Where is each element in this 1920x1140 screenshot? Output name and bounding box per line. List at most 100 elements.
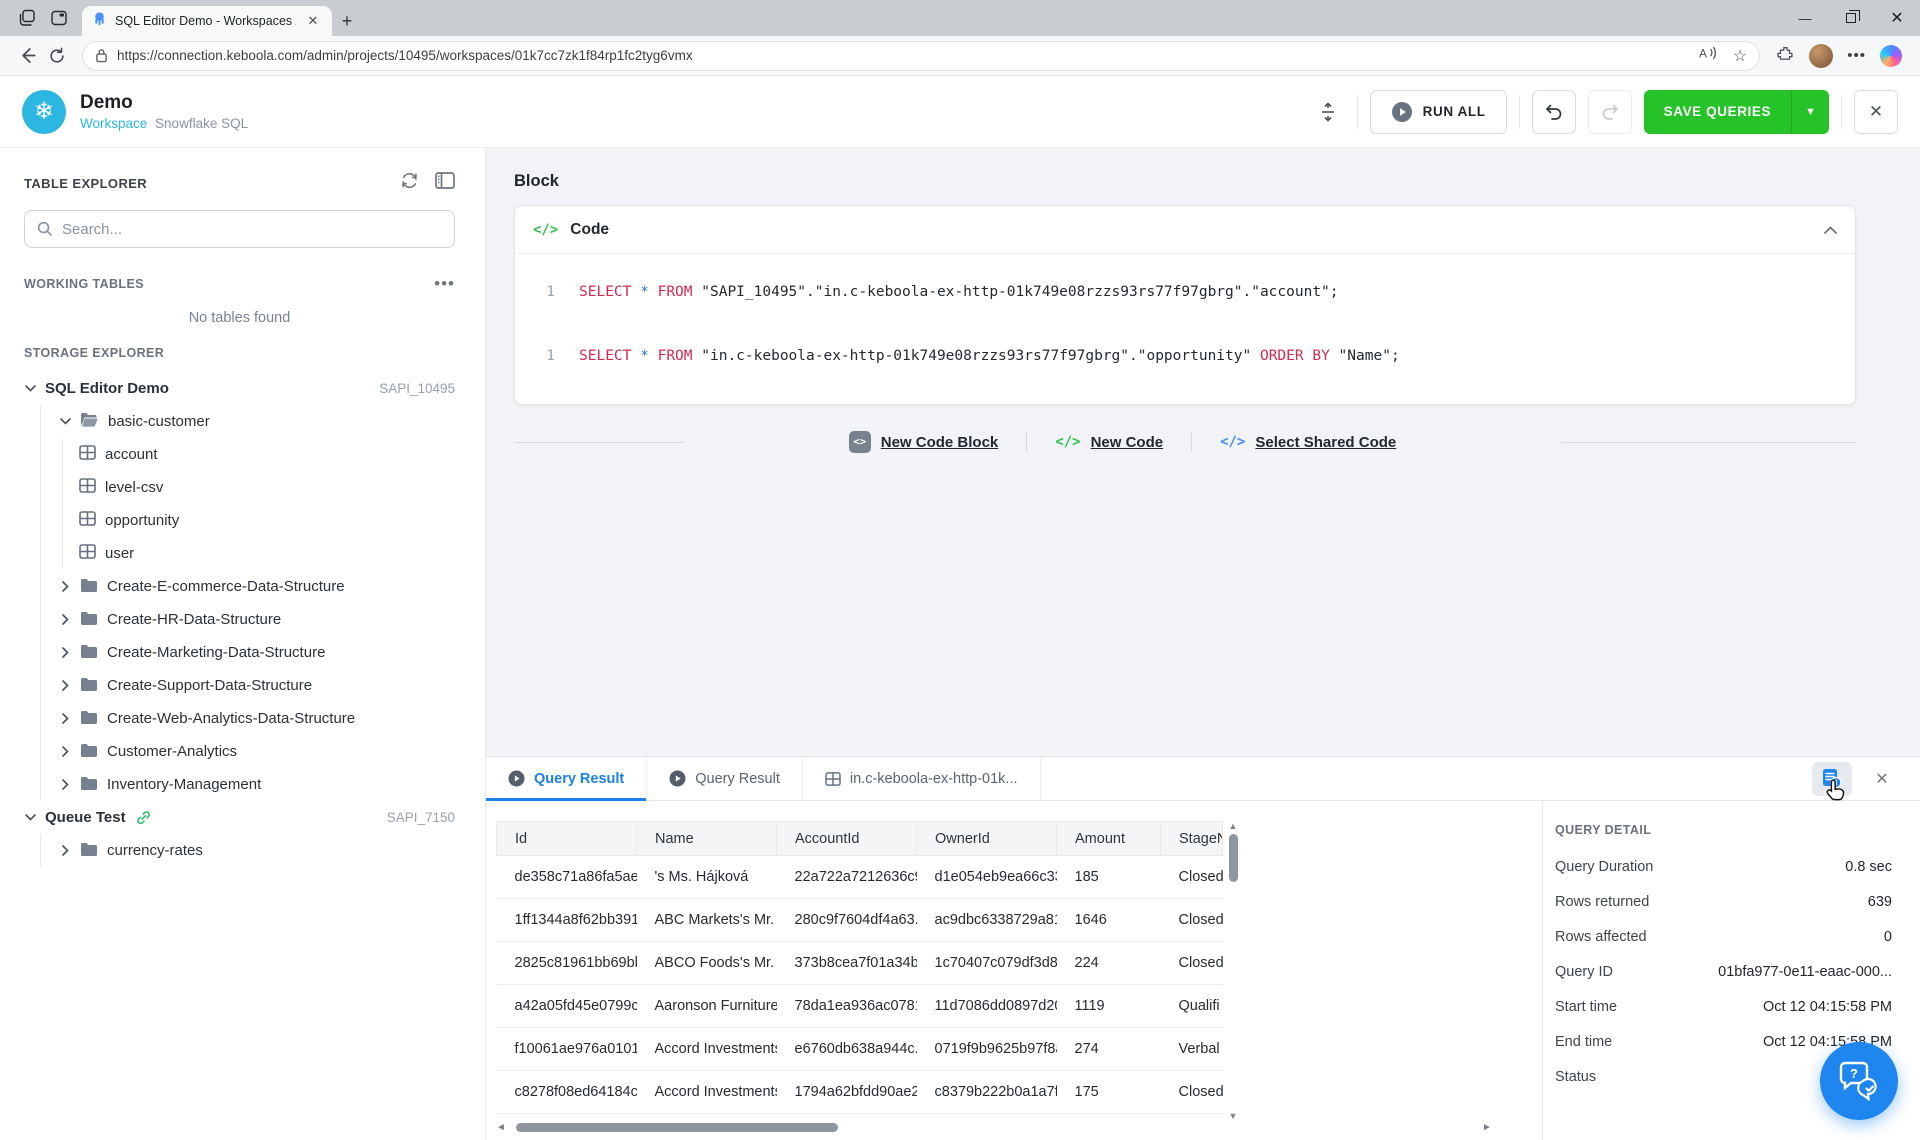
favorite-star-icon[interactable]: ☆ [1733, 46, 1747, 66]
chevron-right-icon[interactable] [59, 680, 71, 691]
undo-button[interactable] [1532, 90, 1576, 134]
help-chat-button[interactable]: ? [1820, 1042, 1898, 1120]
code-block-card: </> Code 1 SELECT * FROM "SAPI_10495"."i… [514, 205, 1856, 405]
sql-code-editor[interactable]: 1 SELECT * FROM "SAPI_10495"."in.c-keboo… [515, 254, 1855, 404]
tab-workspaces-icon[interactable] [18, 9, 36, 27]
grid-row[interactable]: 2825c81961bb69bb...ABCO Foods's Mr. C...… [497, 942, 1223, 985]
chevron-right-icon[interactable] [59, 647, 71, 658]
tree-bucket-row[interactable]: Create-E-commerce-Data-Structure [59, 570, 455, 603]
column-header[interactable]: AccountId [777, 822, 917, 856]
chevron-right-icon[interactable] [59, 713, 71, 724]
select-shared-code-button[interactable]: </> Select Shared Code [1220, 434, 1396, 451]
window-close-button[interactable]: ✕ [1874, 0, 1920, 36]
play-icon [1391, 101, 1413, 123]
grid-row[interactable]: f10061ae976a01017...Accord Investments'.… [497, 1028, 1223, 1071]
tree-bucket-row[interactable]: Create-HR-Data-Structure [59, 603, 455, 636]
grid-row[interactable]: a42a05fd45e0799c...Aaronson Furniture'..… [497, 985, 1223, 1028]
divider [1357, 95, 1358, 129]
tree-table-row[interactable]: user [79, 537, 455, 570]
column-header[interactable]: Id [497, 822, 637, 856]
chevron-right-icon[interactable] [59, 845, 71, 856]
tree-project-row[interactable]: SQL Editor Demo SAPI_10495 [24, 372, 455, 405]
scroll-right-icon[interactable]: ► [1482, 1122, 1496, 1133]
horizontal-scrollbar[interactable]: ◄ ► [496, 1120, 1496, 1134]
query-detail-toggle-button[interactable] [1812, 762, 1852, 796]
save-dropdown-caret[interactable]: ▼ [1791, 90, 1829, 134]
chevron-down-icon[interactable] [24, 385, 36, 392]
back-icon[interactable] [12, 41, 42, 71]
profile-avatar[interactable] [1809, 44, 1833, 68]
tree-project-row[interactable]: Queue Test SAPI_7150 [24, 801, 455, 834]
divider [1026, 432, 1027, 452]
tab-query-result-1[interactable]: Query Result [486, 757, 647, 800]
chevron-right-icon[interactable] [59, 746, 71, 757]
divider [1841, 95, 1842, 129]
run-all-button[interactable]: RUN ALL [1370, 90, 1507, 134]
window-minimize-button[interactable]: — [1782, 0, 1828, 36]
scrollbar-thumb[interactable] [1229, 834, 1238, 882]
scroll-left-icon[interactable]: ◄ [496, 1122, 510, 1133]
tree-bucket-row[interactable]: currency-rates [59, 834, 455, 867]
chevron-down-icon[interactable] [59, 418, 71, 425]
collapse-panel-icon[interactable] [435, 172, 455, 194]
scroll-up-icon[interactable]: ▲ [1229, 821, 1238, 831]
browser-menu-icon[interactable]: ••• [1847, 47, 1866, 64]
chevron-right-icon[interactable] [59, 614, 71, 625]
working-tables-menu-icon[interactable]: ••• [434, 274, 455, 294]
column-header[interactable]: Amount [1057, 822, 1161, 856]
url-bar[interactable]: https://connection.keboola.com/admin/pro… [82, 41, 1760, 71]
collapse-chevron-up-icon[interactable] [1824, 226, 1837, 234]
extensions-icon[interactable] [1776, 44, 1795, 68]
close-results-button[interactable]: ✕ [1862, 762, 1902, 796]
new-tab-button[interactable]: + [332, 6, 362, 36]
refresh-tables-icon[interactable] [400, 172, 419, 194]
refresh-icon[interactable] [42, 41, 72, 71]
vertical-scrollbar[interactable]: ▲ ▼ [1226, 821, 1240, 1121]
tab-close-icon[interactable]: ✕ [304, 13, 322, 29]
tree-table-row[interactable]: opportunity [79, 504, 455, 537]
tab-table-preview[interactable]: in.c-keboola-ex-http-01k... [803, 757, 1041, 800]
column-header[interactable]: OwnerId [917, 822, 1057, 856]
grid-row[interactable]: c8278f08ed64184c...Accord Investments'..… [497, 1071, 1223, 1114]
new-code-block-button[interactable]: <> New Code Block [849, 431, 999, 453]
sql-editor-area: Block </> Code 1 SELECT * FROM "SAPI_104… [486, 148, 1920, 756]
folder-icon [80, 842, 98, 860]
tree-bucket-row[interactable]: Customer-Analytics [59, 735, 455, 768]
chevron-down-icon[interactable] [24, 814, 36, 821]
close-workspace-button[interactable]: ✕ [1854, 90, 1898, 134]
tree-table-row[interactable]: account [79, 438, 455, 471]
read-aloud-icon[interactable]: A [1699, 45, 1719, 66]
storage-explorer-label: STORAGE EXPLORER [24, 346, 164, 360]
redo-button[interactable] [1588, 90, 1632, 134]
tab-actions-icon[interactable] [50, 9, 68, 27]
tree-bucket-row[interactable]: Create-Support-Data-Structure [59, 669, 455, 702]
scrollbar-thumb[interactable] [516, 1123, 838, 1132]
folder-icon [80, 710, 98, 728]
workspace-link[interactable]: Workspace [80, 116, 147, 131]
grid-row[interactable]: de358c71a86fa5ae...'s Ms. Hájková22a722a… [497, 856, 1223, 899]
column-header[interactable]: Name [637, 822, 777, 856]
tree-bucket-row[interactable]: Create-Web-Analytics-Data-Structure [59, 702, 455, 735]
chevron-right-icon[interactable] [59, 581, 71, 592]
copilot-icon[interactable] [1880, 45, 1902, 67]
line-number: 1 [515, 284, 579, 300]
tree-bucket-row[interactable]: Create-Marketing-Data-Structure [59, 636, 455, 669]
tab-query-result-2[interactable]: Query Result [647, 757, 803, 800]
search-input[interactable] [62, 221, 442, 238]
search-box[interactable] [24, 210, 455, 248]
save-queries-button[interactable]: SAVE QUERIES ▼ [1644, 90, 1829, 134]
tree-bucket-row[interactable]: basic-customer [59, 405, 455, 438]
grid-row[interactable]: 1ff1344a8f62bb391...ABC Markets's Mr. N.… [497, 899, 1223, 942]
screen: SQL Editor Demo - Workspaces / ✕ + — ✕ h… [0, 0, 1920, 1140]
browser-tab[interactable]: SQL Editor Demo - Workspaces / ✕ [82, 6, 332, 36]
resize-split-icon[interactable] [1311, 95, 1345, 129]
column-header[interactable]: StageName [1161, 822, 1223, 856]
sql-query-text[interactable]: SELECT * FROM "in.c-keboola-ex-http-01k7… [579, 348, 1400, 364]
sql-query-text[interactable]: SELECT * FROM "SAPI_10495"."in.c-keboola… [579, 284, 1339, 300]
tree-table-row[interactable]: level-csv [79, 471, 455, 504]
chevron-right-icon[interactable] [59, 779, 71, 790]
tree-bucket-row[interactable]: Inventory-Management [59, 768, 455, 801]
bucket-name: Create-E-commerce-Data-Structure [107, 578, 345, 595]
window-restore-button[interactable] [1828, 0, 1874, 36]
new-code-button[interactable]: </> New Code [1055, 434, 1163, 451]
